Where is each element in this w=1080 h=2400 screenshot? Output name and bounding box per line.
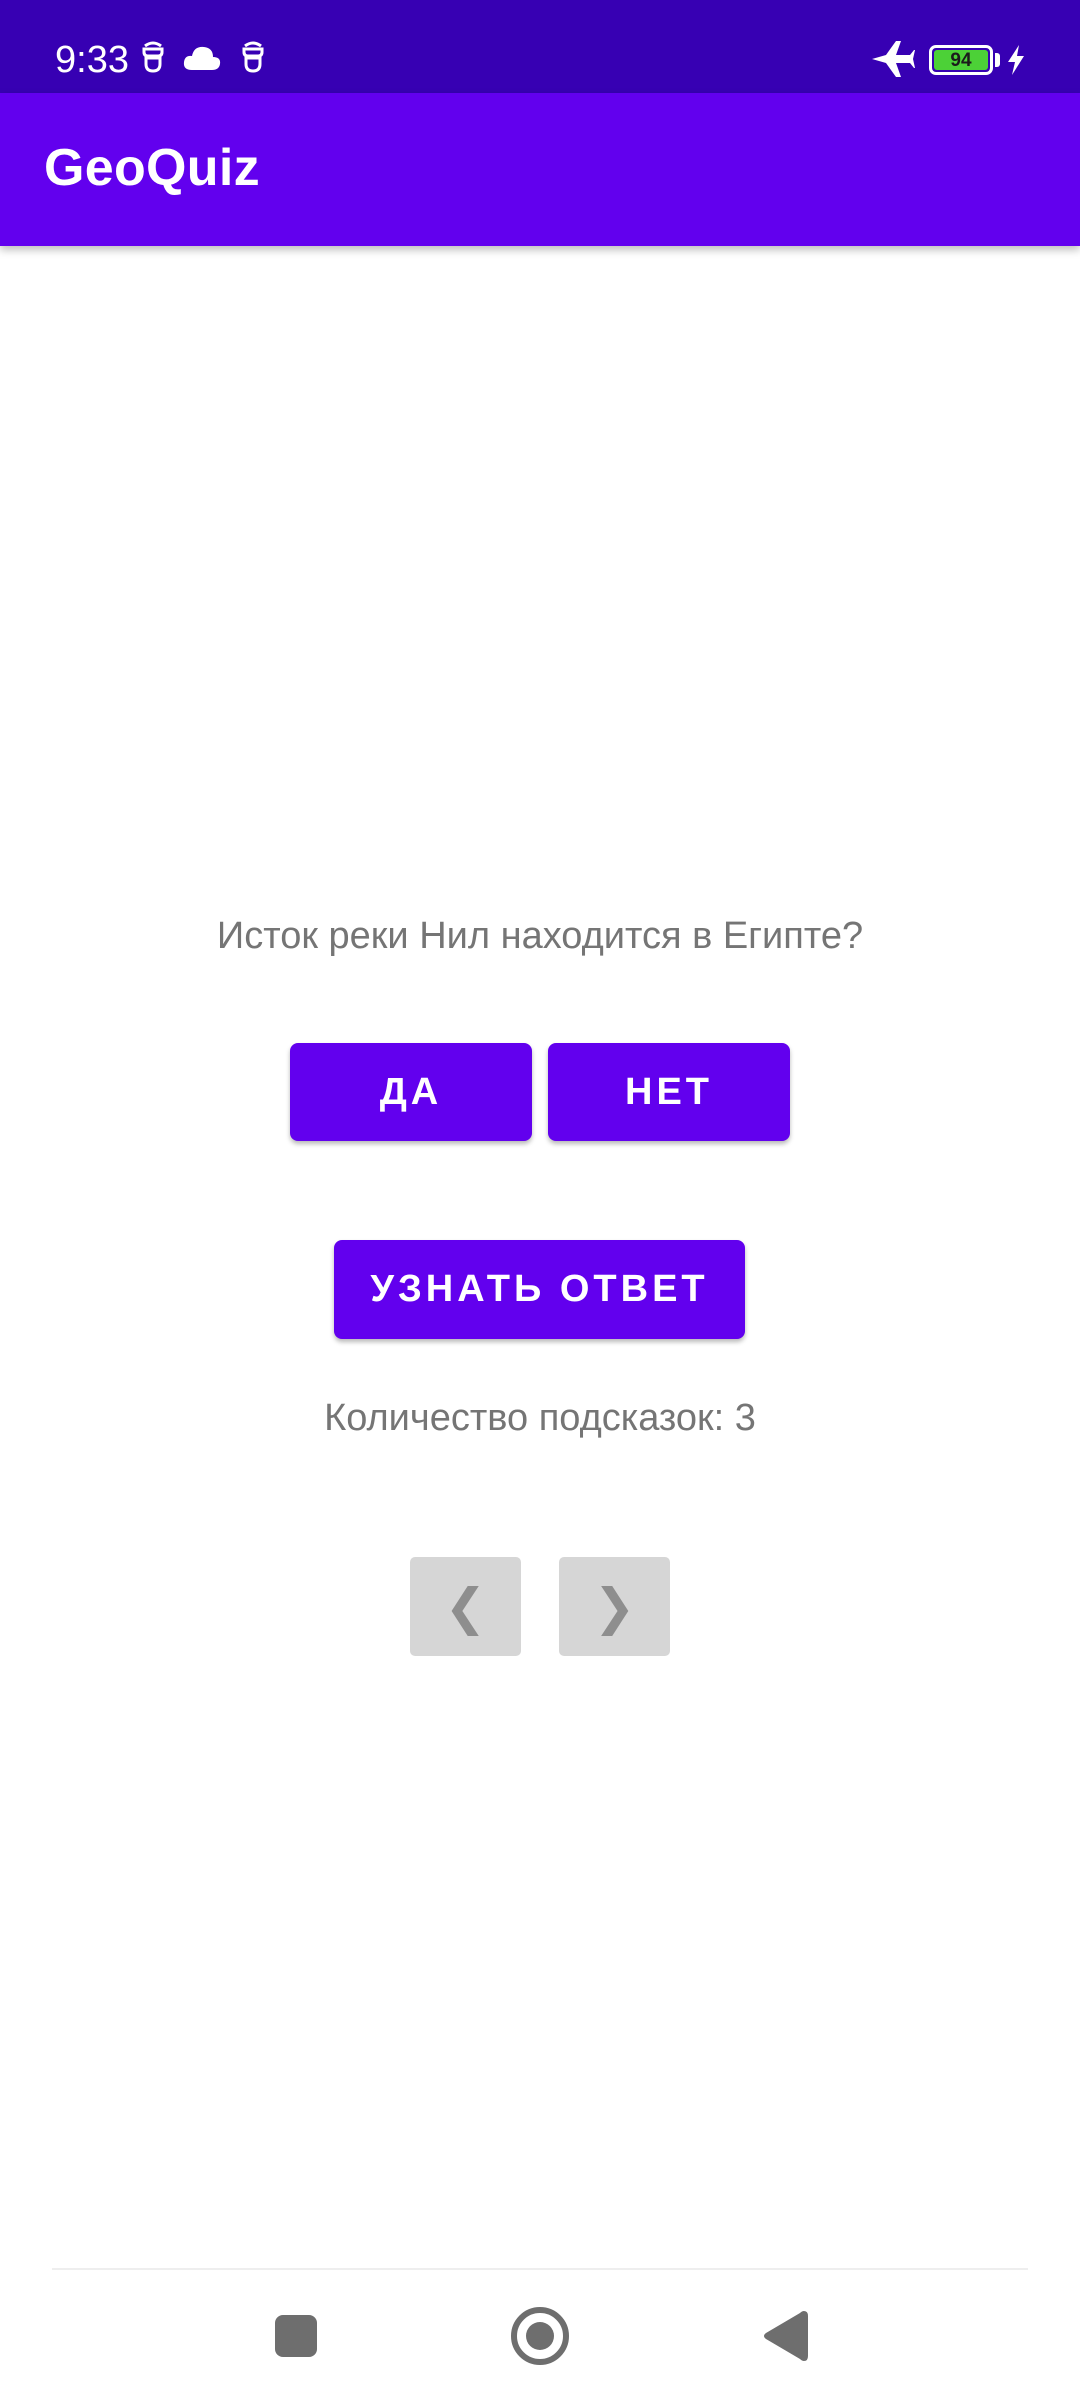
app-title: GeoQuiz: [44, 139, 260, 197]
prev-question-button[interactable]: ❮: [410, 1557, 521, 1656]
chevron-right-icon: ❯: [593, 1578, 636, 1635]
app-bar: GeoQuiz: [0, 93, 1080, 246]
cloud-icon: [182, 42, 222, 77]
home-icon-dot: [526, 2322, 554, 2350]
screen: 9:33 94 GeoQuiz Исток реки Нил находится…: [0, 0, 1080, 2400]
notification-icon: [140, 40, 166, 79]
true-button[interactable]: ДА: [290, 1043, 532, 1141]
system-nav-bar: [0, 2270, 1080, 2400]
hints-count: Количество подсказок: 3: [324, 1397, 756, 1439]
airplane-mode-icon: [870, 38, 916, 85]
status-bar: 9:33 94: [0, 0, 1080, 93]
charging-icon: [1006, 44, 1026, 81]
battery-icon: 94: [929, 45, 993, 75]
home-icon[interactable]: [511, 2307, 569, 2365]
chevron-left-icon: ❮: [444, 1578, 487, 1635]
recent-apps-icon[interactable]: [275, 2315, 317, 2357]
status-time: 9:33: [55, 39, 129, 81]
question-text: Исток реки Нил находится в Египте?: [216, 915, 864, 957]
notification-icon: [240, 40, 266, 79]
back-icon[interactable]: [760, 2308, 810, 2364]
battery-tip: [995, 53, 1000, 67]
battery-level: 94: [934, 50, 988, 70]
next-question-button[interactable]: ❯: [559, 1557, 670, 1656]
false-button[interactable]: НЕТ: [548, 1043, 790, 1141]
cheat-button[interactable]: УЗНАТЬ ОТВЕТ: [334, 1240, 745, 1339]
